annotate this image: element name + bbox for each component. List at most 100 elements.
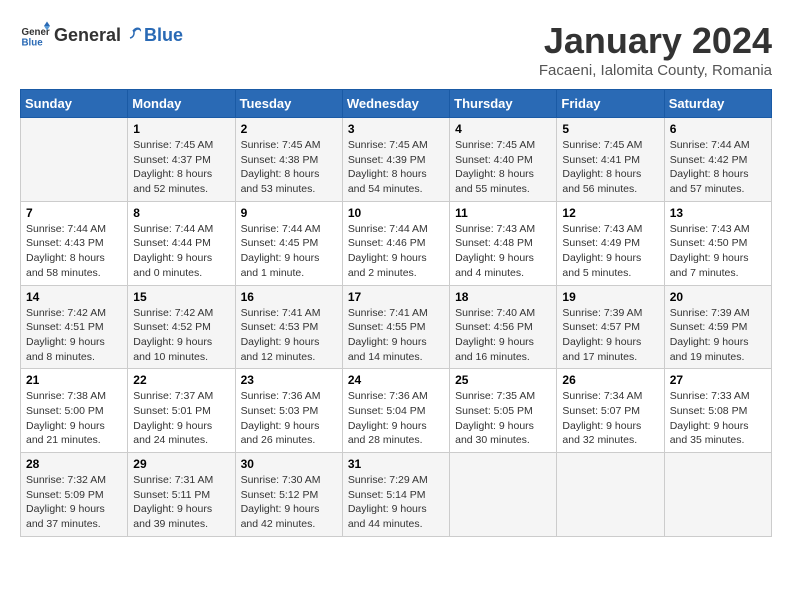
day-info: Sunrise: 7:41 AM Sunset: 4:53 PM Dayligh… (241, 306, 337, 365)
calendar-header-row: SundayMondayTuesdayWednesdayThursdayFrid… (21, 90, 772, 118)
day-number: 13 (670, 206, 766, 220)
day-number: 19 (562, 290, 658, 304)
day-info: Sunrise: 7:30 AM Sunset: 5:12 PM Dayligh… (241, 473, 337, 532)
day-info: Sunrise: 7:29 AM Sunset: 5:14 PM Dayligh… (348, 473, 444, 532)
day-number: 18 (455, 290, 551, 304)
day-number: 10 (348, 206, 444, 220)
logo-icon: General Blue (20, 20, 50, 50)
weekday-header-monday: Monday (128, 90, 235, 118)
calendar-cell: 17 Sunrise: 7:41 AM Sunset: 4:55 PM Dayli… (342, 285, 449, 369)
day-info: Sunrise: 7:45 AM Sunset: 4:38 PM Dayligh… (241, 138, 337, 197)
calendar-cell: 29Sunrise: 7:31 AM Sunset: 5:11 PM Dayli… (128, 453, 235, 537)
calendar-cell: 19 Sunrise: 7:39 AM Sunset: 4:57 PM Dayli… (557, 285, 664, 369)
day-number: 26 (562, 373, 658, 387)
calendar-cell: 24 Sunrise: 7:36 AM Sunset: 5:04 PM Dayli… (342, 369, 449, 453)
weekday-header-saturday: Saturday (664, 90, 771, 118)
day-number: 2 (241, 122, 337, 136)
logo-bird-icon (122, 24, 144, 46)
calendar-cell: 12 Sunrise: 7:43 AM Sunset: 4:49 PM Dayli… (557, 201, 664, 285)
calendar-table: SundayMondayTuesdayWednesdayThursdayFrid… (20, 89, 772, 537)
day-number: 14 (26, 290, 122, 304)
day-info: Sunrise: 7:38 AM Sunset: 5:00 PM Dayligh… (26, 389, 122, 448)
day-number: 30 (241, 457, 337, 471)
calendar-cell: 8Sunrise: 7:44 AM Sunset: 4:44 PM Daylig… (128, 201, 235, 285)
day-number: 17 (348, 290, 444, 304)
day-info: Sunrise: 7:44 AM Sunset: 4:43 PM Dayligh… (26, 222, 122, 281)
svg-text:General: General (22, 27, 51, 38)
day-info: Sunrise: 7:45 AM Sunset: 4:39 PM Dayligh… (348, 138, 444, 197)
day-info: Sunrise: 7:42 AM Sunset: 4:51 PM Dayligh… (26, 306, 122, 365)
day-number: 16 (241, 290, 337, 304)
weekday-header-sunday: Sunday (21, 90, 128, 118)
day-info: Sunrise: 7:36 AM Sunset: 5:04 PM Dayligh… (348, 389, 444, 448)
day-info: Sunrise: 7:42 AM Sunset: 4:52 PM Dayligh… (133, 306, 229, 365)
day-number: 21 (26, 373, 122, 387)
weekday-header-thursday: Thursday (450, 90, 557, 118)
calendar-cell: 22 Sunrise: 7:37 AM Sunset: 5:01 PM Dayli… (128, 369, 235, 453)
day-number: 12 (562, 206, 658, 220)
day-info: Sunrise: 7:39 AM Sunset: 4:59 PM Dayligh… (670, 306, 766, 365)
day-number: 27 (670, 373, 766, 387)
day-info: Sunrise: 7:44 AM Sunset: 4:45 PM Dayligh… (241, 222, 337, 281)
page-header: General Blue General Blue January 2024 F… (20, 20, 772, 79)
day-info: Sunrise: 7:34 AM Sunset: 5:07 PM Dayligh… (562, 389, 658, 448)
weekday-header-friday: Friday (557, 90, 664, 118)
calendar-body: 1 Sunrise: 7:45 AM Sunset: 4:37 PM Daylig… (21, 118, 772, 537)
calendar-cell: 15 Sunrise: 7:42 AM Sunset: 4:52 PM Dayli… (128, 285, 235, 369)
day-info: Sunrise: 7:39 AM Sunset: 4:57 PM Dayligh… (562, 306, 658, 365)
day-info: Sunrise: 7:45 AM Sunset: 4:40 PM Dayligh… (455, 138, 551, 197)
day-number: 25 (455, 373, 551, 387)
day-number: 3 (348, 122, 444, 136)
day-number: 1 (133, 122, 229, 136)
day-number: 9 (241, 206, 337, 220)
day-number: 23 (241, 373, 337, 387)
calendar-cell: 13 Sunrise: 7:43 AM Sunset: 4:50 PM Dayli… (664, 201, 771, 285)
day-number: 22 (133, 373, 229, 387)
day-number: 29 (133, 457, 229, 471)
day-info: Sunrise: 7:37 AM Sunset: 5:01 PM Dayligh… (133, 389, 229, 448)
day-number: 28 (26, 457, 122, 471)
day-info: Sunrise: 7:36 AM Sunset: 5:03 PM Dayligh… (241, 389, 337, 448)
calendar-cell: 11 Sunrise: 7:43 AM Sunset: 4:48 PM Dayli… (450, 201, 557, 285)
logo-text-blue: Blue (144, 25, 183, 46)
calendar-cell (21, 118, 128, 202)
day-info: Sunrise: 7:44 AM Sunset: 4:46 PM Dayligh… (348, 222, 444, 281)
calendar-cell: 28Sunrise: 7:32 AM Sunset: 5:09 PM Dayli… (21, 453, 128, 537)
day-info: Sunrise: 7:43 AM Sunset: 4:50 PM Dayligh… (670, 222, 766, 281)
day-info: Sunrise: 7:44 AM Sunset: 4:44 PM Dayligh… (133, 222, 229, 281)
day-info: Sunrise: 7:43 AM Sunset: 4:49 PM Dayligh… (562, 222, 658, 281)
calendar-cell: 14 Sunrise: 7:42 AM Sunset: 4:51 PM Dayli… (21, 285, 128, 369)
title-block: January 2024 Facaeni, Ialomita County, R… (539, 20, 772, 79)
svg-text:Blue: Blue (22, 38, 44, 49)
calendar-cell (664, 453, 771, 537)
calendar-cell: 6 Sunrise: 7:44 AM Sunset: 4:42 PM Daylig… (664, 118, 771, 202)
day-number: 5 (562, 122, 658, 136)
day-number: 15 (133, 290, 229, 304)
logo-text-general: General (54, 25, 121, 46)
calendar-cell: 16 Sunrise: 7:41 AM Sunset: 4:53 PM Dayli… (235, 285, 342, 369)
day-number: 7 (26, 206, 122, 220)
day-info: Sunrise: 7:44 AM Sunset: 4:42 PM Dayligh… (670, 138, 766, 197)
day-info: Sunrise: 7:45 AM Sunset: 4:37 PM Dayligh… (133, 138, 229, 197)
calendar-cell: 9 Sunrise: 7:44 AM Sunset: 4:45 PM Daylig… (235, 201, 342, 285)
weekday-header-tuesday: Tuesday (235, 90, 342, 118)
calendar-cell: 30 Sunrise: 7:30 AM Sunset: 5:12 PM Dayli… (235, 453, 342, 537)
day-number: 20 (670, 290, 766, 304)
calendar-week-row: 21 Sunrise: 7:38 AM Sunset: 5:00 PM Dayli… (21, 369, 772, 453)
month-year-title: January 2024 (539, 20, 772, 62)
day-number: 24 (348, 373, 444, 387)
calendar-week-row: 7 Sunrise: 7:44 AM Sunset: 4:43 PM Daylig… (21, 201, 772, 285)
day-info: Sunrise: 7:43 AM Sunset: 4:48 PM Dayligh… (455, 222, 551, 281)
location-subtitle: Facaeni, Ialomita County, Romania (539, 62, 772, 79)
calendar-cell: 3 Sunrise: 7:45 AM Sunset: 4:39 PM Daylig… (342, 118, 449, 202)
day-info: Sunrise: 7:41 AM Sunset: 4:55 PM Dayligh… (348, 306, 444, 365)
day-number: 4 (455, 122, 551, 136)
calendar-cell: 7 Sunrise: 7:44 AM Sunset: 4:43 PM Daylig… (21, 201, 128, 285)
calendar-cell: 21 Sunrise: 7:38 AM Sunset: 5:00 PM Dayli… (21, 369, 128, 453)
calendar-cell: 10 Sunrise: 7:44 AM Sunset: 4:46 PM Dayli… (342, 201, 449, 285)
day-number: 6 (670, 122, 766, 136)
day-number: 11 (455, 206, 551, 220)
calendar-cell: 31Sunrise: 7:29 AM Sunset: 5:14 PM Dayli… (342, 453, 449, 537)
calendar-cell: 27Sunrise: 7:33 AM Sunset: 5:08 PM Dayli… (664, 369, 771, 453)
calendar-cell (557, 453, 664, 537)
